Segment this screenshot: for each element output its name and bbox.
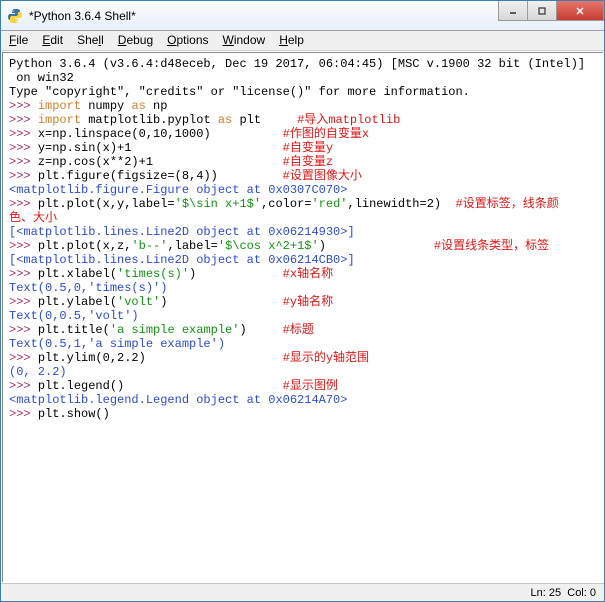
comment: #设置标签，线条颜 <box>456 197 559 211</box>
output: [<matplotlib.lines.Line2D object at 0x06… <box>9 225 355 239</box>
prompt: >>> <box>9 267 38 281</box>
prompt: >>> <box>9 295 38 309</box>
prompt: >>> <box>9 351 38 365</box>
code: plt.plot(x,z, <box>38 239 132 253</box>
window-buttons <box>499 1 604 21</box>
code: plt <box>232 113 297 127</box>
code: ,linewidth=2) <box>348 197 456 211</box>
minimize-button[interactable] <box>498 1 528 21</box>
str: 'a simple example' <box>110 323 240 337</box>
comment: #作图的自变量x <box>283 127 369 141</box>
code: ) <box>189 267 283 281</box>
comment: #设置图像大小 <box>283 169 362 183</box>
output: <matplotlib.legend.Legend object at 0x06… <box>9 393 347 407</box>
window-title: *Python 3.6.4 Shell* <box>29 9 499 23</box>
output: (0, 2.2) <box>9 365 67 379</box>
comment: #y轴名称 <box>283 295 333 309</box>
banner-line: Python 3.6.4 (v3.6.4:d48eceb, Dec 19 201… <box>9 57 585 71</box>
menu-window[interactable]: Window <box>223 33 266 48</box>
comment: #自变量z <box>283 155 333 169</box>
prompt: >>> <box>9 113 38 127</box>
close-button[interactable] <box>556 1 604 21</box>
comment: #显示图例 <box>283 379 338 393</box>
code: plt.ylim(0,2.2) <box>38 351 283 365</box>
kw: as <box>218 113 232 127</box>
output: Text(0,0.5,'volt') <box>9 309 139 323</box>
code: ) <box>239 323 282 337</box>
prompt: >>> <box>9 155 38 169</box>
str: '$\cos x^2+1$' <box>218 239 319 253</box>
comment: 色、大小 <box>9 211 57 225</box>
code: plt.xlabel( <box>38 267 117 281</box>
prompt: >>> <box>9 127 38 141</box>
code: x=np.linspace(0,10,1000) <box>38 127 283 141</box>
titlebar: *Python 3.6.4 Shell* <box>1 1 604 31</box>
code: plt.ylabel( <box>38 295 117 309</box>
output: [<matplotlib.lines.Line2D object at 0x06… <box>9 253 355 267</box>
code: plt.figure(figsize=(8,4)) <box>38 169 283 183</box>
kw: as <box>131 99 145 113</box>
code: ,color= <box>261 197 311 211</box>
maximize-button[interactable] <box>527 1 557 21</box>
prompt: >>> <box>9 99 38 113</box>
prompt: >>> <box>9 323 38 337</box>
str: '$\sin x+1$' <box>175 197 261 211</box>
window: *Python 3.6.4 Shell* File Edit Shell Deb… <box>0 0 605 602</box>
prompt: >>> <box>9 141 38 155</box>
prompt: >>> <box>9 407 38 421</box>
str: 'volt' <box>117 295 160 309</box>
output: Text(0.5,0,'times(s)') <box>9 281 167 295</box>
shell-content[interactable]: Python 3.6.4 (v3.6.4:d48eceb, Dec 19 201… <box>2 52 603 582</box>
prompt: >>> <box>9 197 38 211</box>
comment: #x轴名称 <box>283 267 333 281</box>
code: ,label= <box>167 239 217 253</box>
prompt: >>> <box>9 379 38 393</box>
str: 'red' <box>311 197 347 211</box>
status-col: Col: 0 <box>567 587 596 599</box>
prompt: >>> <box>9 169 38 183</box>
code: plt.title( <box>38 323 110 337</box>
banner-line: on win32 <box>9 71 74 85</box>
code: matplotlib.pyplot <box>81 113 218 127</box>
status-line: Ln: 25 <box>531 587 562 599</box>
str: 'times(s)' <box>117 267 189 281</box>
menu-debug[interactable]: Debug <box>118 33 153 48</box>
menubar: File Edit Shell Debug Options Window Hel… <box>1 31 604 51</box>
menu-help[interactable]: Help <box>279 33 304 48</box>
comment: #导入matplotlib <box>297 113 400 127</box>
output: <matplotlib.figure.Figure object at 0x03… <box>9 183 347 197</box>
prompt: >>> <box>9 239 38 253</box>
menu-edit[interactable]: Edit <box>42 33 63 48</box>
output: Text(0.5,1,'a simple example') <box>9 337 225 351</box>
code: np <box>146 99 168 113</box>
code: plt.plot(x,y,label= <box>38 197 175 211</box>
code: z=np.cos(x**2)+1 <box>38 155 283 169</box>
comment: #设置线条类型，标签 <box>434 239 549 253</box>
code: ) <box>160 295 282 309</box>
menu-options[interactable]: Options <box>167 33 208 48</box>
menu-shell[interactable]: Shell <box>77 33 104 48</box>
str: 'b--' <box>131 239 167 253</box>
comment: #标题 <box>283 323 314 337</box>
code: plt.show() <box>38 407 110 421</box>
menu-file[interactable]: File <box>9 33 28 48</box>
python-icon <box>7 8 23 24</box>
comment: #自变量y <box>283 141 333 155</box>
code: numpy <box>81 99 131 113</box>
status-bar: Ln: 25 Col: 0 <box>1 583 604 601</box>
code: ) <box>319 239 434 253</box>
kw: import <box>38 99 81 113</box>
banner-line: Type "copyright", "credits" or "license(… <box>9 85 470 99</box>
code: plt.legend() <box>38 379 283 393</box>
code: y=np.sin(x)+1 <box>38 141 283 155</box>
comment: #显示的y轴范围 <box>283 351 369 365</box>
kw: import <box>38 113 81 127</box>
